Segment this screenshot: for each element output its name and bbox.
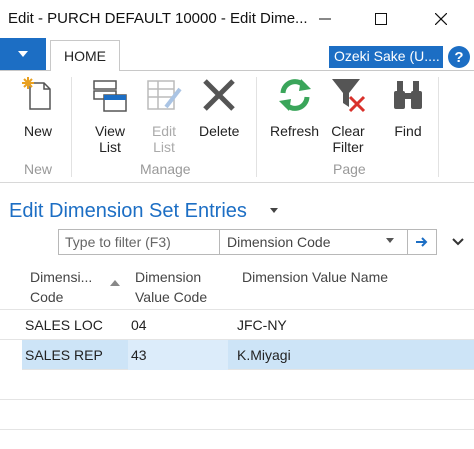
delete-button[interactable]: Delete (199, 77, 239, 139)
window-title: Edit - PURCH DEFAULT 10000 - Edit Dime..… (8, 10, 308, 27)
find-label: Find (394, 123, 422, 139)
title-menu-caret-icon[interactable] (270, 208, 278, 213)
ribbon-tab-row: HOME Ozeki Sake (U.... ? (0, 38, 474, 72)
filter-input[interactable] (59, 230, 220, 254)
new-button[interactable]: New (20, 77, 56, 139)
column-header-dimension-value-code[interactable]: Dimension Value Code (135, 267, 235, 307)
refresh-label: Refresh (270, 123, 320, 139)
group-label-new: New (24, 161, 53, 177)
delete-label: Delete (199, 123, 240, 139)
expand-chevron-icon[interactable] (452, 238, 464, 246)
view-list-label: View List (94, 123, 126, 155)
empty-row[interactable] (0, 370, 474, 400)
new-document-icon (22, 77, 51, 110)
maximize-button[interactable] (358, 0, 404, 38)
row-indicator (0, 340, 22, 370)
title-bar: Edit - PURCH DEFAULT 10000 - Edit Dime..… (0, 0, 474, 38)
group-separator (71, 77, 72, 177)
cell-dimension-value-code: 04 (131, 317, 147, 333)
view-list-icon (93, 80, 127, 112)
app-menu-button[interactable] (0, 38, 46, 70)
company-name-badge[interactable]: Ozeki Sake (U.... (329, 46, 443, 68)
arrow-right-icon (416, 237, 428, 247)
filter-bar: Dimension Code (58, 229, 437, 255)
clear-filter-label: Clear Filter (331, 123, 365, 155)
edit-list-label: Edit List (151, 123, 177, 155)
close-button[interactable] (418, 0, 464, 38)
chevron-down-icon[interactable] (386, 238, 394, 243)
help-button[interactable]: ? (448, 46, 470, 68)
close-icon (435, 13, 447, 25)
table-row[interactable]: SALES LOC 04 JFC-NY (0, 310, 474, 340)
tab-home[interactable]: HOME (50, 40, 120, 72)
edit-list-icon (147, 80, 182, 110)
ribbon: New View List Edit List Delete Refresh C… (0, 71, 474, 183)
maximize-icon (375, 13, 387, 25)
group-separator (256, 77, 257, 177)
table-row-selected[interactable]: SALES REP 43 K.Miyagi (0, 340, 474, 370)
view-list-button[interactable]: View List (92, 77, 128, 155)
cell-dimension-value-name: K.Miyagi (237, 347, 291, 363)
delete-icon (203, 79, 236, 111)
group-separator (438, 77, 439, 177)
chevron-down-icon (18, 51, 28, 57)
edit-list-button[interactable]: Edit List (146, 77, 182, 155)
refresh-icon (278, 79, 311, 111)
cell-dimension-value-code: 43 (131, 347, 147, 363)
apply-filter-button[interactable] (407, 230, 436, 254)
find-button[interactable]: Find (390, 77, 426, 139)
column-header-dimension-value-name[interactable]: Dimension Value Name (242, 267, 442, 287)
cell-dimension-value-name: JFC-NY (237, 317, 287, 333)
clear-filter-button[interactable]: Clear Filter (330, 77, 366, 155)
refresh-button[interactable]: Refresh (270, 77, 319, 139)
empty-row[interactable] (0, 400, 474, 430)
cell-dimension-code: SALES LOC (25, 317, 103, 333)
clear-filter-icon (332, 79, 366, 113)
empty-row[interactable] (0, 430, 474, 449)
minimize-icon (319, 18, 331, 20)
grid-header: Dimensi... Code Dimension Value Code Dim… (0, 262, 474, 310)
new-button-label: New (23, 123, 52, 139)
filter-field-select[interactable]: Dimension Code (221, 230, 407, 254)
minimize-button[interactable] (302, 0, 348, 38)
group-label-page: Page (333, 161, 366, 177)
sort-ascending-icon (110, 280, 120, 286)
group-label-manage: Manage (140, 161, 191, 177)
column-header-dimension-code[interactable]: Dimensi... Code (30, 267, 106, 307)
page-title: Edit Dimension Set Entries (9, 200, 247, 222)
binoculars-icon (394, 81, 422, 109)
cell-dimension-code: SALES REP (25, 347, 103, 363)
